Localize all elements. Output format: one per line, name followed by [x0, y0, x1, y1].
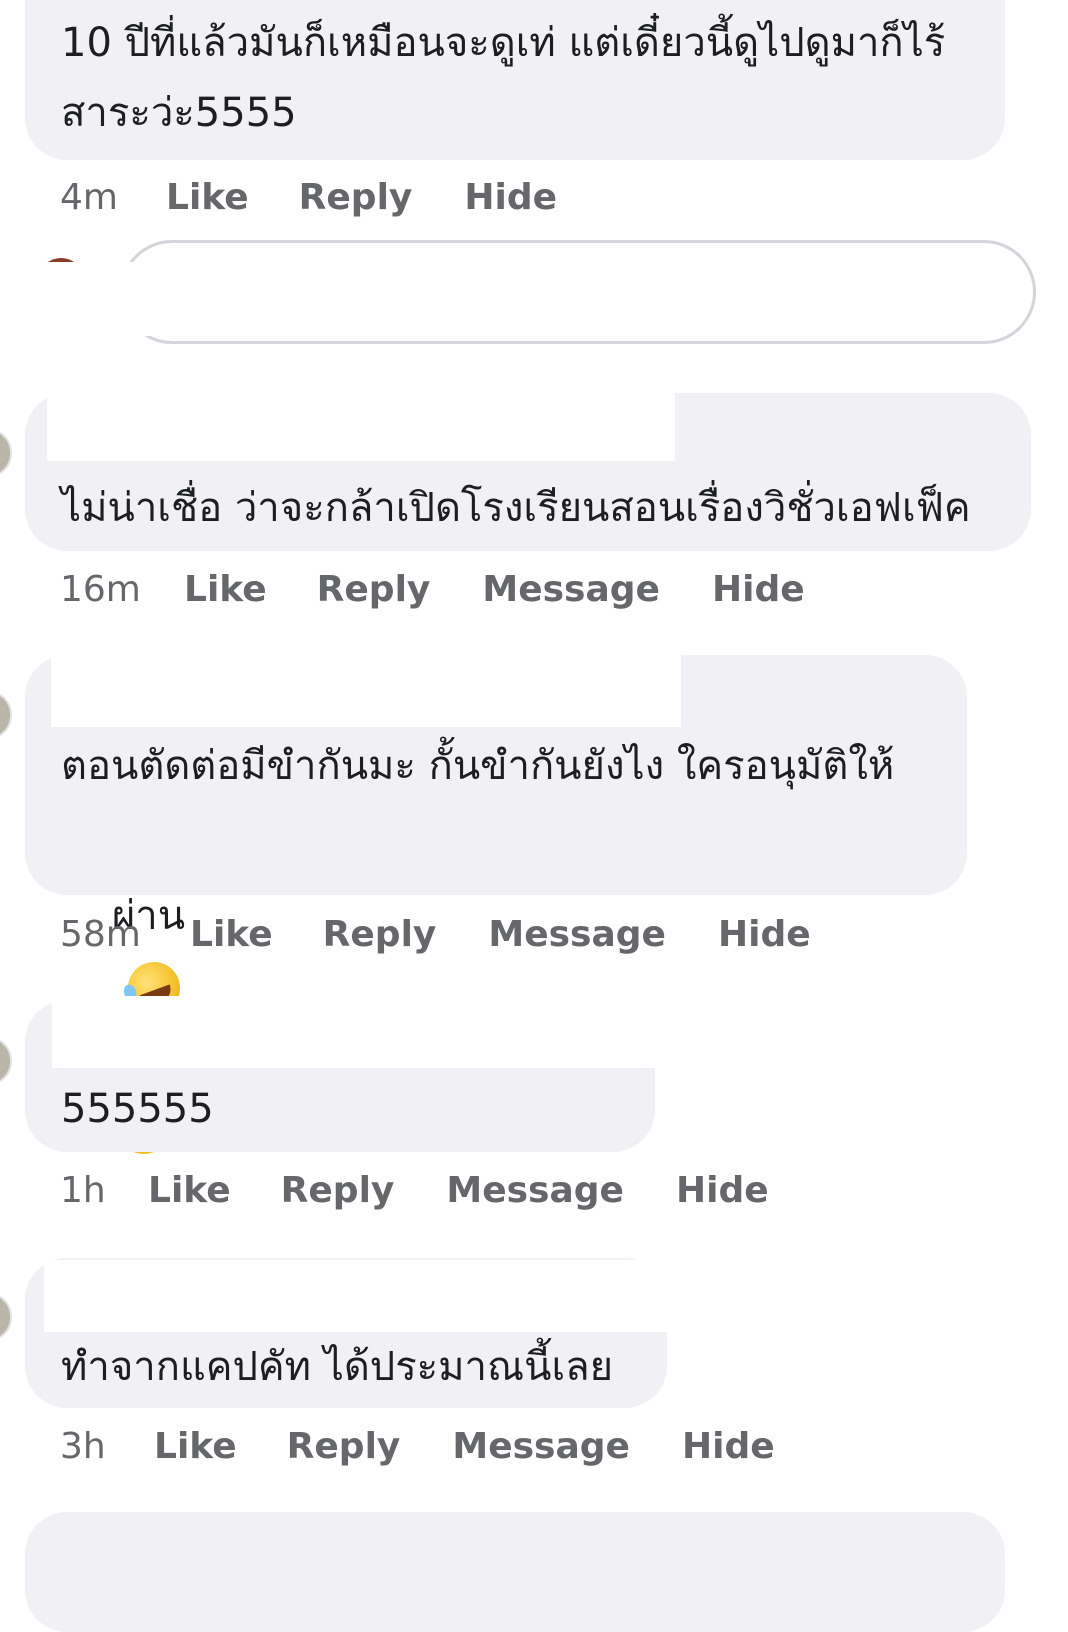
message-button-5[interactable]: Message — [452, 1426, 630, 1467]
comment-bubble-2: ไม่น่าเชื่อ ว่าจะกล้าเปิดโรงเรียนสอนเรื่… — [25, 393, 1031, 551]
comment-actions-3: 58m Like Reply Message Hide — [60, 909, 811, 959]
message-button-2[interactable]: Message — [482, 569, 660, 610]
hide-button-3[interactable]: Hide — [718, 914, 811, 955]
like-button-5[interactable]: Like — [154, 1426, 237, 1467]
reply-button-3[interactable]: Reply — [323, 914, 437, 955]
comment-text-1-line-1: 10 ปีที่แล้วมันก็เหมือนจะดูเท่ แต่เดี๋ยว… — [61, 20, 946, 66]
comment-text-4-line-1: 555555 — [61, 1086, 214, 1132]
comment-time-5: 3h — [60, 1425, 106, 1467]
commenter-avatar-3 — [0, 690, 12, 740]
redacted-name-3 — [51, 655, 681, 727]
redacted-area — [25, 262, 645, 336]
comment-text-3-line-1: ตอนตัดต่อมีขำกันมะ กั้นขำกันยังไง ใครอนุ… — [61, 743, 895, 789]
comment-time-1: 4m — [60, 176, 118, 218]
like-button-4[interactable]: Like — [148, 1170, 231, 1211]
commenter-avatar-2 — [0, 428, 12, 478]
hide-button-5[interactable]: Hide — [682, 1426, 775, 1467]
like-button-1[interactable]: Like — [166, 177, 249, 218]
comment-bubble-1: 10 ปีที่แล้วมันก็เหมือนจะดูเท่ แต่เดี๋ยว… — [25, 0, 1005, 160]
comment-bubble-6 — [25, 1512, 1005, 1632]
reply-button-2[interactable]: Reply — [317, 569, 431, 610]
comment-text-2-line-1: ไม่น่าเชื่อ ว่าจะกล้าเปิดโรงเรียนสอนเรื่… — [61, 485, 971, 531]
comment-time-2: 16m — [60, 568, 141, 610]
comment-time-4: 1h — [60, 1169, 106, 1211]
like-button-2[interactable]: Like — [184, 569, 267, 610]
redacted-name-2 — [47, 393, 675, 461]
commenter-avatar-4 — [0, 1036, 12, 1086]
message-button-3[interactable]: Message — [488, 914, 666, 955]
comment-text-5-line-1: ทำจากแคปคัท ได้ประมาณนี้เลย — [61, 1344, 614, 1390]
comment-actions-4: 1h Like Reply Message Hide — [60, 1165, 769, 1215]
redacted-name-4 — [52, 996, 678, 1068]
like-button-3[interactable]: Like — [190, 914, 273, 955]
comment-time-3: 58m — [60, 913, 141, 955]
hide-button-1[interactable]: Hide — [464, 177, 557, 218]
reply-button-4[interactable]: Reply — [281, 1170, 395, 1211]
comment-actions-1: 4m Like Reply Hide — [60, 172, 557, 222]
redacted-name-5 — [44, 1260, 668, 1332]
comment-actions-5: 3h Like Reply Message Hide — [60, 1421, 775, 1471]
comment-text-1-line-2: สาระว่ะ5555 — [61, 90, 297, 136]
hide-button-4[interactable]: Hide — [676, 1170, 769, 1211]
reply-button-1[interactable]: Reply — [299, 177, 413, 218]
comment-bubble-3: ตอนตัดต่อมีขำกันมะ กั้นขำกันยังไง ใครอนุ… — [25, 655, 967, 1162]
hide-button-2[interactable]: Hide — [712, 569, 805, 610]
commenter-avatar-5 — [0, 1292, 12, 1342]
comment-actions-2: 16m Like Reply Message Hide — [60, 564, 805, 614]
message-button-4[interactable]: Message — [446, 1170, 624, 1211]
reply-button-5[interactable]: Reply — [287, 1426, 401, 1467]
